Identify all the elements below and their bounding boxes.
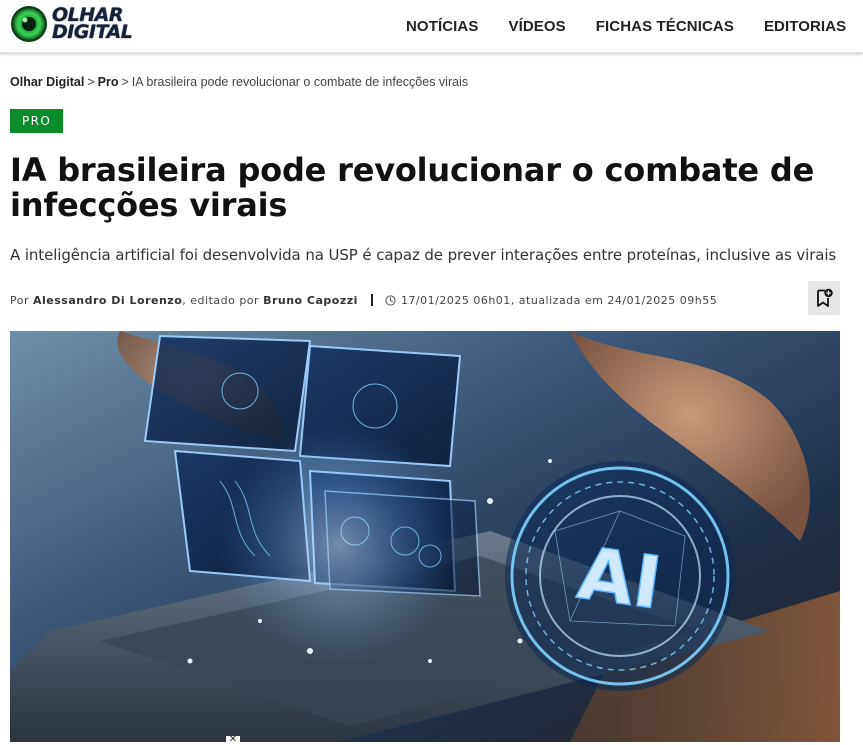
bookmark-button[interactable]: [808, 281, 840, 315]
breadcrumb-separator: >: [87, 75, 95, 89]
category-badge[interactable]: PRO: [10, 109, 64, 133]
byline-divider: [370, 294, 373, 306]
nav-item-noticias[interactable]: NOTÍCIAS: [406, 18, 478, 35]
logo-line-2: DIGITAL: [52, 21, 133, 43]
breadcrumb: Olhar Digital > Pro > IA brasileira pode rev…: [10, 75, 468, 89]
byline-prefix: Por: [10, 293, 29, 307]
nav-item-editorias[interactable]: EDITORIAS: [764, 18, 846, 35]
eye-logo-icon: [11, 6, 47, 42]
bookmark-add-icon: [817, 288, 833, 307]
breadcrumb-separator: >: [121, 75, 129, 89]
nav-item-videos[interactable]: VÍDEOS: [508, 18, 565, 35]
logo-wordmark: OLHAR DIGITAL: [52, 6, 133, 43]
byline-edited-prefix: , editado por: [182, 293, 260, 307]
editor-name[interactable]: Bruno Capozzi: [263, 294, 358, 307]
article-byline: Por Alessandro Di Lorenzo, editado por B…: [10, 291, 717, 309]
article-subtitle: A inteligência artificial foi desenvolvi…: [10, 246, 837, 264]
publish-date: 17/01/2025 06h01, atualizada em 24/01/20…: [400, 293, 718, 307]
main-nav: NOTÍCIAS VÍDEOS FICHAS TÉCNICAS EDITORIA…: [406, 0, 863, 52]
breadcrumb-home-link[interactable]: Olhar Digital: [10, 75, 84, 89]
hero-illustration: AI: [10, 331, 840, 742]
article-title: IA brasileira pode revolucionar o combat…: [10, 151, 815, 224]
breadcrumb-current: IA brasileira pode revolucionar o combat…: [131, 75, 469, 89]
nav-item-fichas-tecnicas[interactable]: FICHAS TÉCNICAS: [596, 18, 734, 35]
clock-icon: [385, 294, 396, 306]
author-name[interactable]: Alessandro Di Lorenzo: [33, 294, 182, 307]
hero-image: AI: [10, 331, 840, 742]
ad-close-button[interactable]: ✕: [226, 735, 240, 745]
site-logo[interactable]: OLHAR DIGITAL: [10, 4, 140, 44]
hero-ai-text: AI: [573, 531, 666, 626]
breadcrumb-section-link[interactable]: Pro: [98, 75, 119, 89]
site-header: OLHAR DIGITAL NOTÍCIAS VÍDEOS FICHAS TÉC…: [0, 0, 863, 53]
